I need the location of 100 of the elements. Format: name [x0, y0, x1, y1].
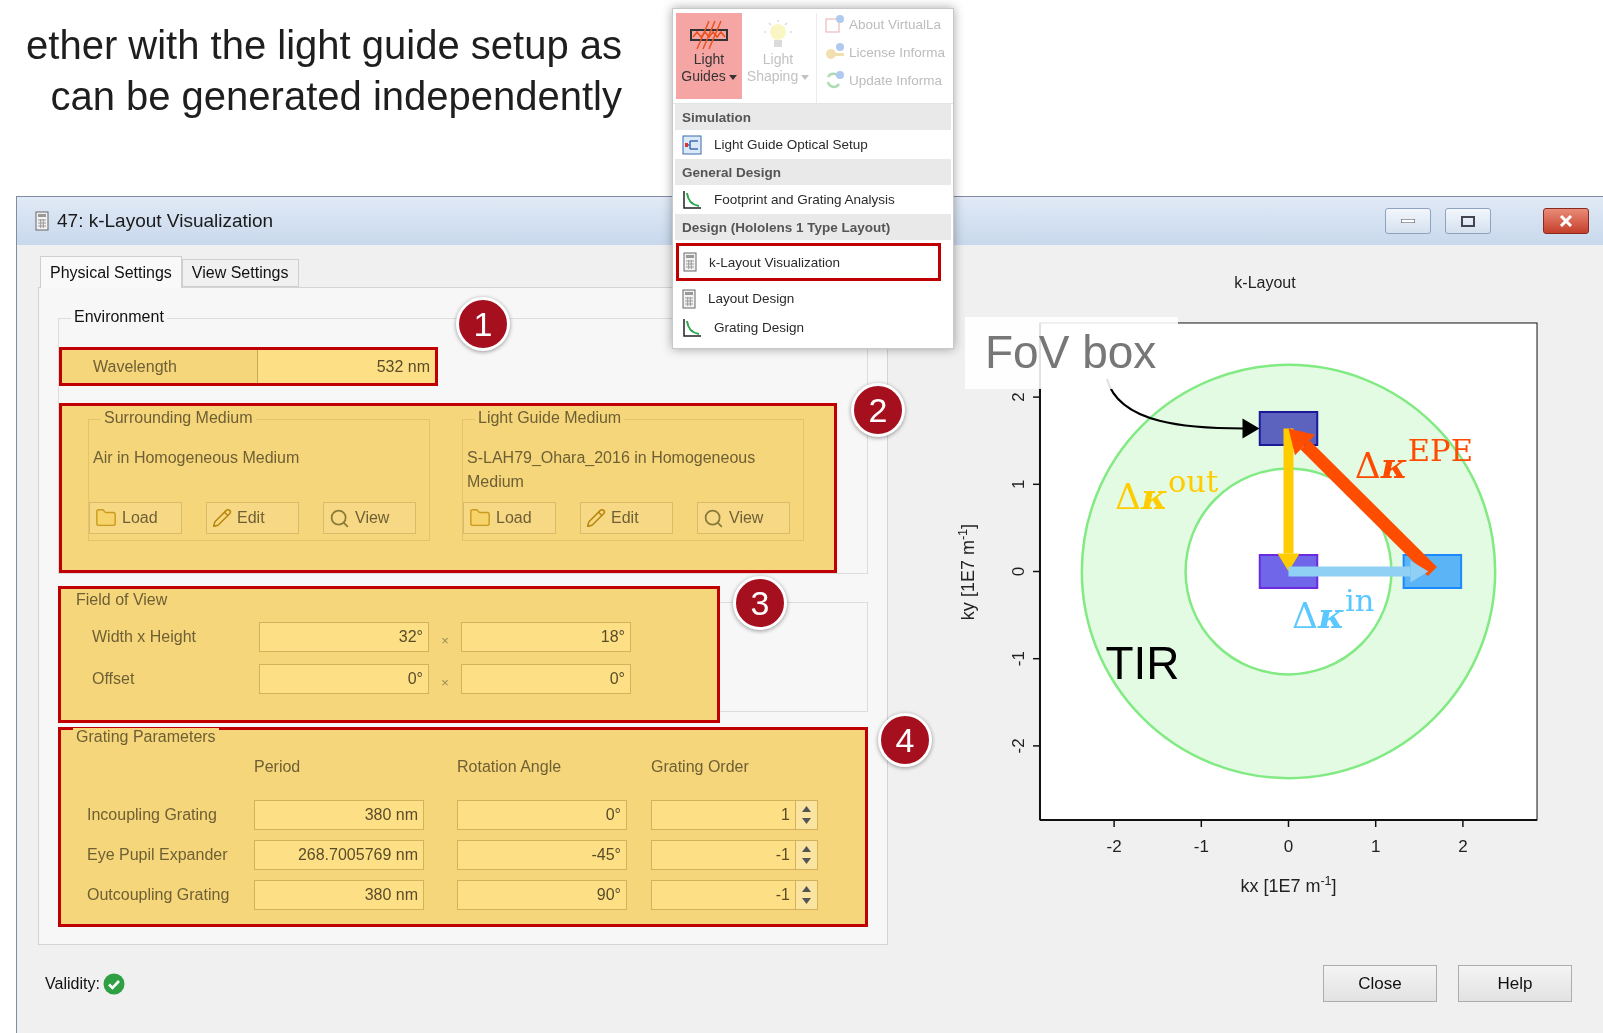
caret-icon	[728, 74, 737, 80]
input-field[interactable]: 90°	[457, 880, 627, 910]
input-field[interactable]: 0°	[457, 800, 627, 830]
pencil-icon	[212, 508, 232, 528]
button[interactable]: Close	[1323, 965, 1437, 1002]
formula-label: Δκ$^{out}$	[1114, 466, 1219, 515]
group-title: Light Guide Medium	[475, 409, 625, 427]
group-title: Grating Parameters	[73, 728, 219, 746]
diagram-title: k-Layout	[1234, 274, 1296, 293]
menu-section-header: General Design	[675, 159, 951, 185]
input-field[interactable]: 380 nm	[254, 880, 424, 910]
spin-buttons[interactable]	[796, 880, 818, 910]
folder-icon	[469, 507, 491, 529]
menu-item[interactable]: k-Layout Visualization	[676, 243, 941, 281]
field-label: Offset	[92, 670, 136, 688]
formula-label: Δκ$^{EPE}$	[1354, 436, 1473, 485]
number-badge: 2	[851, 383, 905, 437]
down-arrow-icon	[802, 818, 811, 824]
magnifier-icon	[703, 507, 724, 529]
input-field[interactable]: 18°	[461, 622, 631, 652]
menu-item[interactable]: Light Guide Optical Setup	[675, 130, 951, 159]
menu-item[interactable]: Footprint and Grating Analysis	[675, 185, 951, 214]
down-arrow-icon	[802, 858, 811, 864]
caption-text: ether with the light guide setup as	[26, 22, 622, 69]
document-info-icon	[825, 15, 845, 33]
magnifier-icon	[329, 507, 350, 529]
tick-label: -1	[1193, 837, 1209, 856]
group-title: Surrounding Medium	[101, 409, 256, 427]
up-arrow-icon	[802, 886, 811, 892]
input-field[interactable]: 0°	[259, 664, 429, 694]
button[interactable]: Edit	[206, 502, 299, 534]
annotation-label: FoV box	[965, 316, 1179, 389]
calculator-icon	[683, 252, 697, 272]
button[interactable]: Load	[463, 502, 556, 534]
close-icon	[1559, 215, 1573, 227]
number-badge: 4	[878, 713, 932, 767]
input-field[interactable]: 268.7005769 nm	[254, 840, 424, 870]
description-text: S-LAH79_Ohara_2016 in Homogeneous Medium	[467, 448, 757, 492]
refresh-icon	[825, 71, 845, 89]
tick-label: 1	[1370, 837, 1381, 856]
field-label: Outcoupling Grating	[87, 886, 231, 904]
tick-label: 2	[1009, 392, 1028, 402]
input-field[interactable]: 380 nm	[254, 800, 424, 830]
field-label: Width x Height	[92, 628, 198, 646]
diagram-icon	[682, 134, 702, 155]
close-button[interactable]	[1543, 208, 1589, 234]
chart-icon	[682, 317, 702, 338]
up-arrow-icon	[802, 846, 811, 852]
validity-label: Validity:	[45, 974, 100, 993]
maximize-icon	[1461, 215, 1475, 227]
minimize-icon	[1401, 219, 1415, 223]
number-badge: 1	[456, 297, 510, 351]
times-sign: ×	[440, 673, 450, 690]
description-text: Air in Homogeneous Medium	[93, 448, 301, 468]
tick-label: 0	[1283, 837, 1294, 856]
menu-section-header: Simulation	[675, 104, 951, 130]
tick-label: 2	[1458, 837, 1468, 856]
spin-buttons[interactable]	[796, 840, 818, 870]
button[interactable]: Load	[89, 502, 182, 534]
tick-label: -1	[1009, 651, 1028, 667]
key-icon	[825, 43, 845, 61]
input-field[interactable]: 1	[651, 800, 796, 830]
spin-buttons[interactable]	[796, 800, 818, 830]
folder-icon	[95, 507, 117, 529]
annotation-label: TIR	[1105, 640, 1180, 687]
button[interactable]: View	[323, 502, 416, 534]
field-label: Incoupling Grating	[87, 806, 218, 824]
ribbon-button[interactable]: Light Guides	[676, 13, 742, 99]
waveguide-icon	[689, 19, 729, 51]
times-sign: ×	[440, 631, 450, 648]
window-title: 47: k-Layout Visualization	[57, 210, 274, 232]
button[interactable]: Help	[1458, 965, 1572, 1002]
maximize-button[interactable]	[1445, 208, 1491, 234]
up-arrow-icon	[802, 806, 811, 812]
tick-label: 0	[1009, 566, 1028, 577]
input-field[interactable]: 532 nm	[258, 350, 435, 383]
field-label: Eye Pupil Expander	[87, 846, 229, 864]
tick-label: -2	[1009, 738, 1028, 754]
input-field[interactable]: -1	[651, 840, 796, 870]
tab[interactable]: View Settings	[181, 259, 299, 287]
input-field[interactable]: 32°	[259, 622, 429, 652]
tab[interactable]: Physical Settings	[40, 256, 182, 288]
axis-label: kx [1E7 m$^{-1}$]	[1240, 873, 1337, 897]
button[interactable]: View	[697, 502, 790, 534]
calculator-icon	[35, 211, 49, 231]
chart-icon	[682, 189, 702, 210]
tick-label: -2	[1106, 837, 1122, 856]
input-field[interactable]: -45°	[457, 840, 627, 870]
button[interactable]: Edit	[580, 502, 673, 534]
column-header: Rotation Angle	[457, 758, 563, 776]
menu-section-header: Design (Hololens 1 Type Layout)	[675, 214, 951, 240]
formula-label: Δκ$^{in}$	[1292, 586, 1375, 635]
menu-item[interactable]: Layout Design	[675, 284, 951, 313]
pencil-icon	[586, 508, 606, 528]
input-field[interactable]: -1	[651, 880, 796, 910]
input-field[interactable]: 0°	[461, 664, 631, 694]
menu-item[interactable]: Grating Design	[675, 313, 951, 342]
caption-text: can be generated independently	[50, 73, 622, 120]
calculator-icon	[682, 288, 696, 309]
column-header: Period	[254, 758, 302, 776]
